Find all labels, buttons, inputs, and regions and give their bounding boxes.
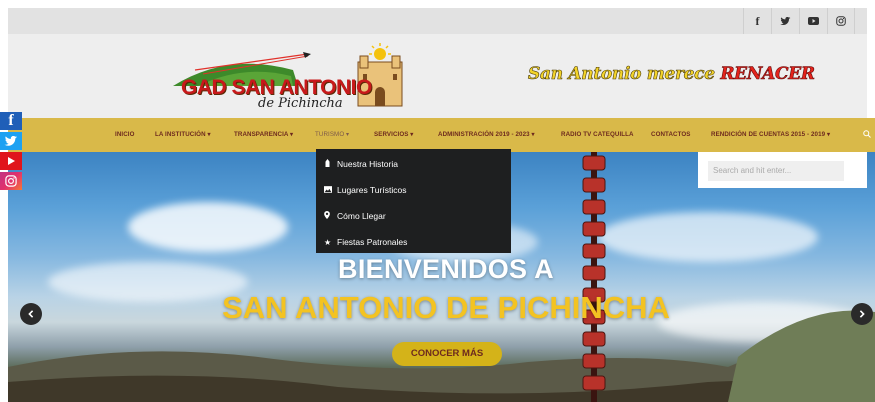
- search-input[interactable]: [708, 160, 844, 181]
- map-pin-icon: [324, 206, 334, 228]
- hero-title-line2: SAN ANTONIO DE PICHINCHA: [222, 290, 670, 325]
- slider-next-button[interactable]: [851, 303, 873, 325]
- dropdown-item-label: Cómo Llegar: [337, 211, 386, 221]
- image-icon: [324, 180, 334, 202]
- turismo-dropdown: Nuestra Historia Lugares Turísticos Cómo…: [316, 149, 511, 253]
- nav-item-contactos[interactable]: CONTACTOS: [651, 118, 691, 152]
- dropdown-item-historia[interactable]: Nuestra Historia: [316, 153, 511, 179]
- main-nav: INICIO LA INSTITUCIÓN ▾ TRANSPARENCIA ▾ …: [8, 118, 875, 152]
- dropdown-item-como-llegar[interactable]: Cómo Llegar: [316, 205, 511, 231]
- facebook-icon[interactable]: f: [0, 112, 22, 130]
- slogan-highlight: RENACER: [720, 64, 815, 85]
- nav-item-rendicion[interactable]: RENDICIÓN DE CUENTAS 2015 - 2019 ▾: [711, 118, 830, 152]
- dropdown-item-lugares[interactable]: Lugares Turísticos: [316, 179, 511, 205]
- nav-item-inicio[interactable]: INICIO: [115, 118, 135, 152]
- facebook-icon[interactable]: f: [743, 8, 771, 34]
- nav-item-institucion[interactable]: LA INSTITUCIÓN ▾: [155, 118, 211, 152]
- search-icon[interactable]: [863, 118, 871, 152]
- youtube-icon[interactable]: [0, 152, 22, 170]
- dropdown-item-label: Lugares Turísticos: [337, 185, 407, 195]
- slider-prev-button[interactable]: [20, 303, 42, 325]
- dropdown-item-label: Fiestas Patronales: [337, 237, 408, 247]
- dropdown-item-label: Nuestra Historia: [337, 159, 398, 169]
- top-bar: f: [8, 8, 867, 34]
- logo-subtitle: de Pichincha: [258, 96, 343, 111]
- twitter-icon[interactable]: [0, 132, 22, 150]
- top-social-links: f: [743, 8, 855, 34]
- chevron-left-icon: [28, 310, 34, 318]
- search-box: [698, 152, 867, 188]
- hero-title-line1: BIENVENIDOS A: [338, 254, 554, 284]
- nav-item-transparencia[interactable]: TRANSPARENCIA ▾: [234, 118, 293, 152]
- instagram-icon[interactable]: [0, 172, 22, 190]
- nav-item-turismo[interactable]: TURISMO ▾: [315, 118, 349, 152]
- nav-item-servicios[interactable]: SERVICIOS ▾: [374, 118, 414, 152]
- twitter-icon[interactable]: [771, 8, 799, 34]
- chevron-right-icon: [859, 310, 865, 318]
- nav-item-radio-tv[interactable]: RADIO TV CATEQUILLA: [561, 118, 634, 152]
- slogan: San Antonio merece RENACER: [528, 64, 816, 85]
- nav-item-administracion[interactable]: ADMINISTRACIÓN 2019 - 2023 ▾: [438, 118, 535, 152]
- site-logo[interactable]: GAD SAN ANTONIO de Pichincha: [173, 42, 405, 114]
- youtube-icon[interactable]: [799, 8, 827, 34]
- conocer-mas-button[interactable]: CONOCER MÁS: [392, 342, 502, 366]
- instagram-icon[interactable]: [827, 8, 855, 34]
- slogan-text: San Antonio merece: [528, 64, 721, 85]
- star-icon: ★: [324, 238, 332, 247]
- landmark-icon: [324, 154, 334, 176]
- site-header: GAD SAN ANTONIO de Pichincha San Antonio…: [8, 34, 867, 118]
- side-social-links: f: [0, 112, 24, 192]
